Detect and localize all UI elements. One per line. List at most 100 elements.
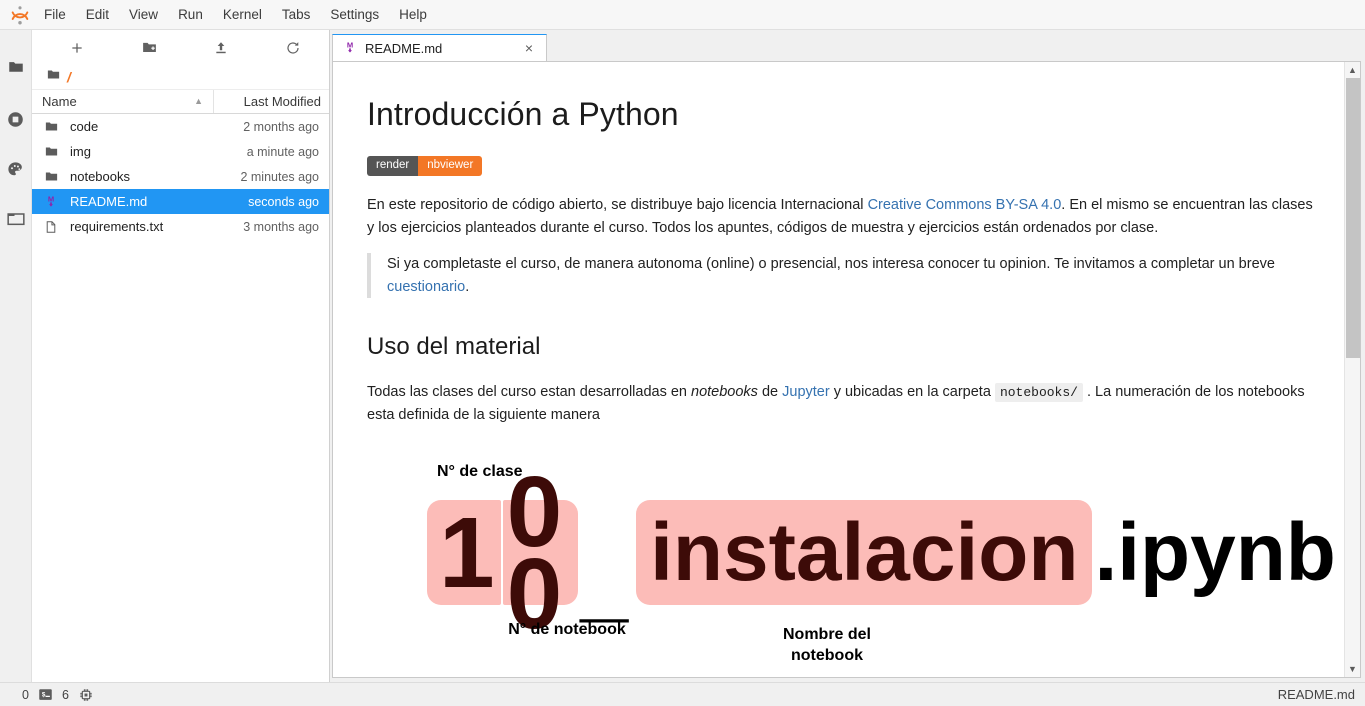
license-link[interactable]: Creative Commons BY-SA 4.0 bbox=[868, 197, 1062, 213]
upload-button[interactable] bbox=[206, 38, 236, 62]
sidebar-item-running-terminals[interactable] bbox=[0, 94, 32, 144]
breadcrumb[interactable]: / bbox=[32, 64, 329, 90]
menu-kernel[interactable]: Kernel bbox=[214, 4, 271, 26]
upload-icon bbox=[213, 40, 229, 61]
list-item[interactable]: notebooks 2 minutes ago bbox=[32, 164, 329, 189]
menu-view[interactable]: View bbox=[120, 4, 167, 26]
file-browser-panel: / Name ▲ Last Modified code 2 months ago bbox=[32, 30, 330, 682]
tab-folder-icon bbox=[6, 209, 26, 229]
file-name: img bbox=[70, 144, 91, 159]
scrollbar-track[interactable] bbox=[1345, 78, 1361, 661]
markdown-icon: M bbox=[343, 40, 357, 56]
menu-settings[interactable]: Settings bbox=[321, 4, 388, 26]
column-header-last-modified[interactable]: Last Modified bbox=[214, 94, 329, 109]
sidebar-item-extension-manager[interactable] bbox=[0, 144, 32, 194]
folder-icon bbox=[44, 169, 64, 184]
survey-text-part2: . bbox=[465, 278, 470, 295]
vertical-scrollbar[interactable]: ▲ ▼ bbox=[1344, 62, 1360, 677]
breadcrumb-separator: / bbox=[67, 68, 71, 85]
list-item[interactable]: code 2 months ago bbox=[32, 114, 329, 139]
diagram-digits-notebook: 0 0 bbox=[506, 455, 565, 650]
scroll-up-icon[interactable]: ▲ bbox=[1345, 62, 1361, 78]
diagram-chip-name: instalacion bbox=[636, 500, 1093, 606]
status-bar: 0 $ 6 README.md bbox=[0, 682, 1365, 706]
file-name: notebooks bbox=[70, 169, 130, 184]
scrollbar-thumb[interactable] bbox=[1345, 78, 1360, 358]
scroll-down-icon[interactable]: ▼ bbox=[1345, 661, 1361, 677]
sidebar-item-file-browser[interactable] bbox=[0, 42, 32, 92]
diagram-underscore: _ bbox=[580, 534, 629, 631]
menu-help[interactable]: Help bbox=[390, 4, 436, 26]
dock-area: M README.md × Introducción a Python rend… bbox=[330, 30, 1365, 682]
diagram-chip-class: 1 bbox=[427, 496, 501, 609]
activity-bar bbox=[0, 30, 32, 682]
menu-tabs[interactable]: Tabs bbox=[273, 4, 320, 26]
status-badge[interactable]: render nbviewer bbox=[367, 155, 1314, 177]
survey-paragraph: Si ya completaste el curso, de manera au… bbox=[387, 253, 1314, 298]
inline-code-notebooks-path: notebooks/ bbox=[994, 383, 1083, 403]
diagram-filename-row: 1 0 0 _ instalacion .ipynb bbox=[427, 462, 1336, 644]
new-launcher-button[interactable] bbox=[62, 38, 92, 62]
menu-run[interactable]: Run bbox=[169, 4, 212, 26]
file-modified: a minute ago bbox=[246, 144, 319, 159]
terminals-count: 0 bbox=[22, 687, 29, 702]
intro-text-part1: En este repositorio de código abierto, s… bbox=[367, 197, 868, 214]
kernels-count: 6 bbox=[61, 687, 69, 702]
refresh-icon bbox=[285, 40, 301, 61]
tab-readme-md[interactable]: M README.md × bbox=[332, 34, 547, 61]
diagram-digit-class: 1 bbox=[439, 496, 497, 609]
menu-edit[interactable]: Edit bbox=[77, 4, 118, 26]
file-modified: 2 months ago bbox=[243, 119, 319, 134]
file-list-header: Name ▲ Last Modified bbox=[32, 90, 329, 114]
new-folder-button[interactable] bbox=[134, 38, 164, 62]
file-icon bbox=[44, 219, 64, 235]
svg-text:M: M bbox=[48, 195, 54, 204]
breadcrumb-folder-icon bbox=[46, 67, 61, 87]
file-name: requirements.txt bbox=[70, 219, 164, 234]
jupyter-link[interactable]: Jupyter bbox=[782, 384, 830, 400]
menu-file[interactable]: File bbox=[35, 4, 75, 26]
folder-icon bbox=[7, 58, 25, 76]
file-modified: 3 months ago bbox=[243, 219, 319, 234]
usage-text-part3: y ubicadas en la carpeta bbox=[829, 384, 995, 401]
stop-circle-icon bbox=[6, 110, 25, 129]
diagram-bottom-labels: N° de notebook Nombre del notebook bbox=[427, 619, 1217, 675]
svg-text:$: $ bbox=[42, 691, 46, 698]
filename-convention-diagram: N° de clase 1 0 0 _ instalacion .ipynb N… bbox=[427, 460, 1336, 675]
file-name: README.md bbox=[70, 194, 148, 209]
column-header-name[interactable]: Name ▲ bbox=[32, 90, 214, 113]
usage-paragraph: Todas las clases del curso estan desarro… bbox=[367, 381, 1314, 426]
file-modified: seconds ago bbox=[248, 194, 319, 209]
main-area: / Name ▲ Last Modified code 2 months ago bbox=[0, 30, 1365, 682]
svg-text:M: M bbox=[347, 40, 353, 49]
page-title: Introducción a Python bbox=[367, 96, 679, 132]
questionnaire-link[interactable]: cuestionario bbox=[387, 279, 465, 295]
file-modified: 2 minutes ago bbox=[240, 169, 319, 184]
sidebar-item-open-tabs[interactable] bbox=[0, 194, 32, 244]
list-item-selected[interactable]: M README.md seconds ago bbox=[32, 189, 329, 214]
palette-icon bbox=[6, 160, 25, 179]
folder-icon bbox=[44, 144, 64, 159]
file-list: code 2 months ago img a minute ago noteb… bbox=[32, 114, 329, 682]
document-panel: Introducción a Python render nbviewer En… bbox=[332, 61, 1361, 678]
folder-icon bbox=[44, 119, 64, 134]
diagram-chip-notebook-number: 0 0 bbox=[502, 462, 579, 644]
list-item[interactable]: img a minute ago bbox=[32, 139, 329, 164]
terminal-icon[interactable]: $ bbox=[38, 687, 53, 702]
kernel-chip-icon[interactable] bbox=[78, 687, 94, 703]
tab-bar: M README.md × bbox=[332, 34, 1361, 61]
list-item[interactable]: requirements.txt 3 months ago bbox=[32, 214, 329, 239]
usage-text-part2: de bbox=[757, 384, 783, 401]
status-bar-current-file: README.md bbox=[1277, 687, 1355, 702]
diagram-extension: .ipynb bbox=[1094, 507, 1336, 599]
file-browser-toolbar bbox=[32, 36, 329, 64]
sort-ascending-icon: ▲ bbox=[194, 96, 203, 106]
refresh-button[interactable] bbox=[278, 38, 308, 62]
badge-render-label: render bbox=[367, 155, 419, 177]
tab-label: README.md bbox=[365, 40, 443, 56]
jupyterlab-window: File Edit View Run Kernel Tabs Settings … bbox=[0, 0, 1365, 706]
usage-text-part1: Todas las clases del curso estan desarro… bbox=[367, 384, 692, 401]
section-heading-uso-del-material: Uso del material bbox=[367, 332, 541, 360]
badge-nbviewer-label: nbviewer bbox=[418, 155, 483, 177]
close-icon[interactable]: × bbox=[520, 39, 538, 57]
